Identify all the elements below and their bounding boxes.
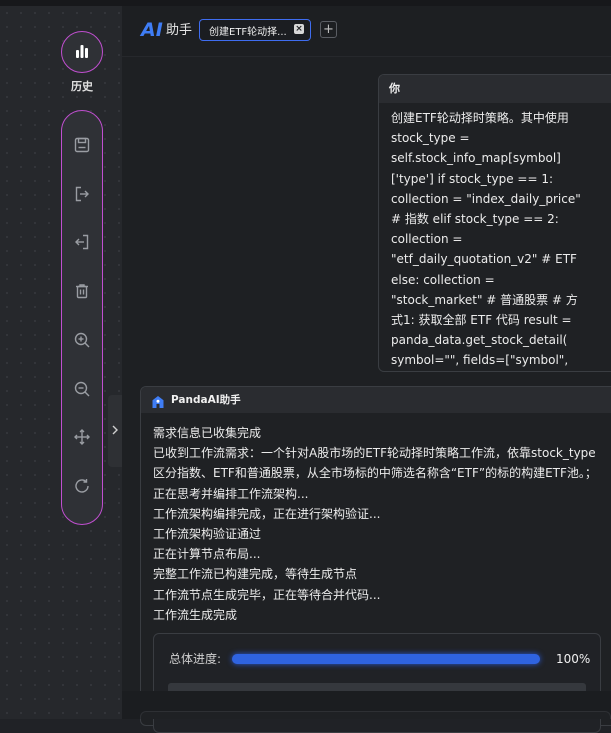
delete-button[interactable] — [62, 277, 101, 307]
progress-label: 总体进度: — [169, 652, 222, 666]
trash-icon — [73, 282, 91, 303]
history-button[interactable] — [61, 31, 103, 73]
refresh-icon — [73, 477, 91, 498]
message-text: 需求信息已收集完成 已收到工作流需求：一个针对A股市场的ETF轮动择时策略工作流… — [141, 413, 611, 625]
status-line: 需求信息已收集完成 — [153, 426, 262, 440]
assistant-title: 助手 — [166, 23, 193, 38]
import-button[interactable] — [62, 228, 101, 258]
history-label: 历史 — [71, 80, 93, 93]
save-icon — [73, 136, 91, 157]
refresh-button[interactable] — [62, 472, 101, 502]
progress-fill — [232, 654, 540, 664]
status-line: 工作流架构编排完成，正在进行架构验证... — [153, 506, 381, 521]
message-header: PandaAI助手 — [141, 387, 611, 413]
move-button[interactable] — [62, 423, 101, 453]
chat-header — [122, 6, 611, 57]
save-button[interactable] — [62, 131, 101, 161]
close-icon[interactable]: × — [294, 24, 304, 34]
move-icon — [73, 428, 91, 449]
status-line: 工作流架构验证通过 — [153, 527, 262, 542]
status-line: 已收到工作流需求：一个针对A股市场的ETF轮动择时策略工作流，依靠stock_t… — [153, 446, 597, 501]
export-icon — [73, 185, 91, 206]
status-line: 完整工作流已构建完成，等待生成节点 — [153, 567, 358, 582]
chevron-right-icon — [111, 425, 119, 438]
status-line: 工作流节点生成完毕，正在等待合并代码... — [153, 587, 381, 602]
export-button[interactable] — [62, 180, 101, 210]
bar-chart-icon — [74, 43, 90, 62]
user-message: 你 创建ETF轮动择时策略。其中使用 stock_type = self.sto… — [378, 74, 611, 372]
zoom-out-button[interactable] — [62, 375, 101, 405]
zoom-in-icon — [73, 331, 91, 352]
status-line: 正在计算节点布局... — [153, 547, 261, 562]
status-line: 工作流生成完成 — [153, 607, 238, 622]
import-icon — [73, 233, 91, 254]
progress-bar — [232, 654, 540, 664]
tab-label: 创建ETF轮动择... — [209, 26, 287, 38]
zoom-out-icon — [73, 380, 91, 401]
ai-logo: AI — [141, 19, 163, 41]
canvas-toolbar — [61, 110, 103, 525]
message-author: PandaAI助手 — [171, 394, 241, 406]
progress-value: 100% — [556, 652, 591, 666]
collapse-panel-button[interactable] — [108, 395, 122, 467]
add-tab-button[interactable]: + — [320, 21, 337, 38]
panda-icon — [151, 393, 165, 408]
message-author: 你 — [379, 75, 611, 103]
zoom-in-button[interactable] — [62, 326, 101, 356]
tab-etf-strategy[interactable]: 创建ETF轮动择... × — [199, 19, 311, 41]
next-message-edge — [140, 711, 611, 719]
message-text: 创建ETF轮动择时策略。其中使用 stock_type = self.stock… — [391, 111, 581, 368]
